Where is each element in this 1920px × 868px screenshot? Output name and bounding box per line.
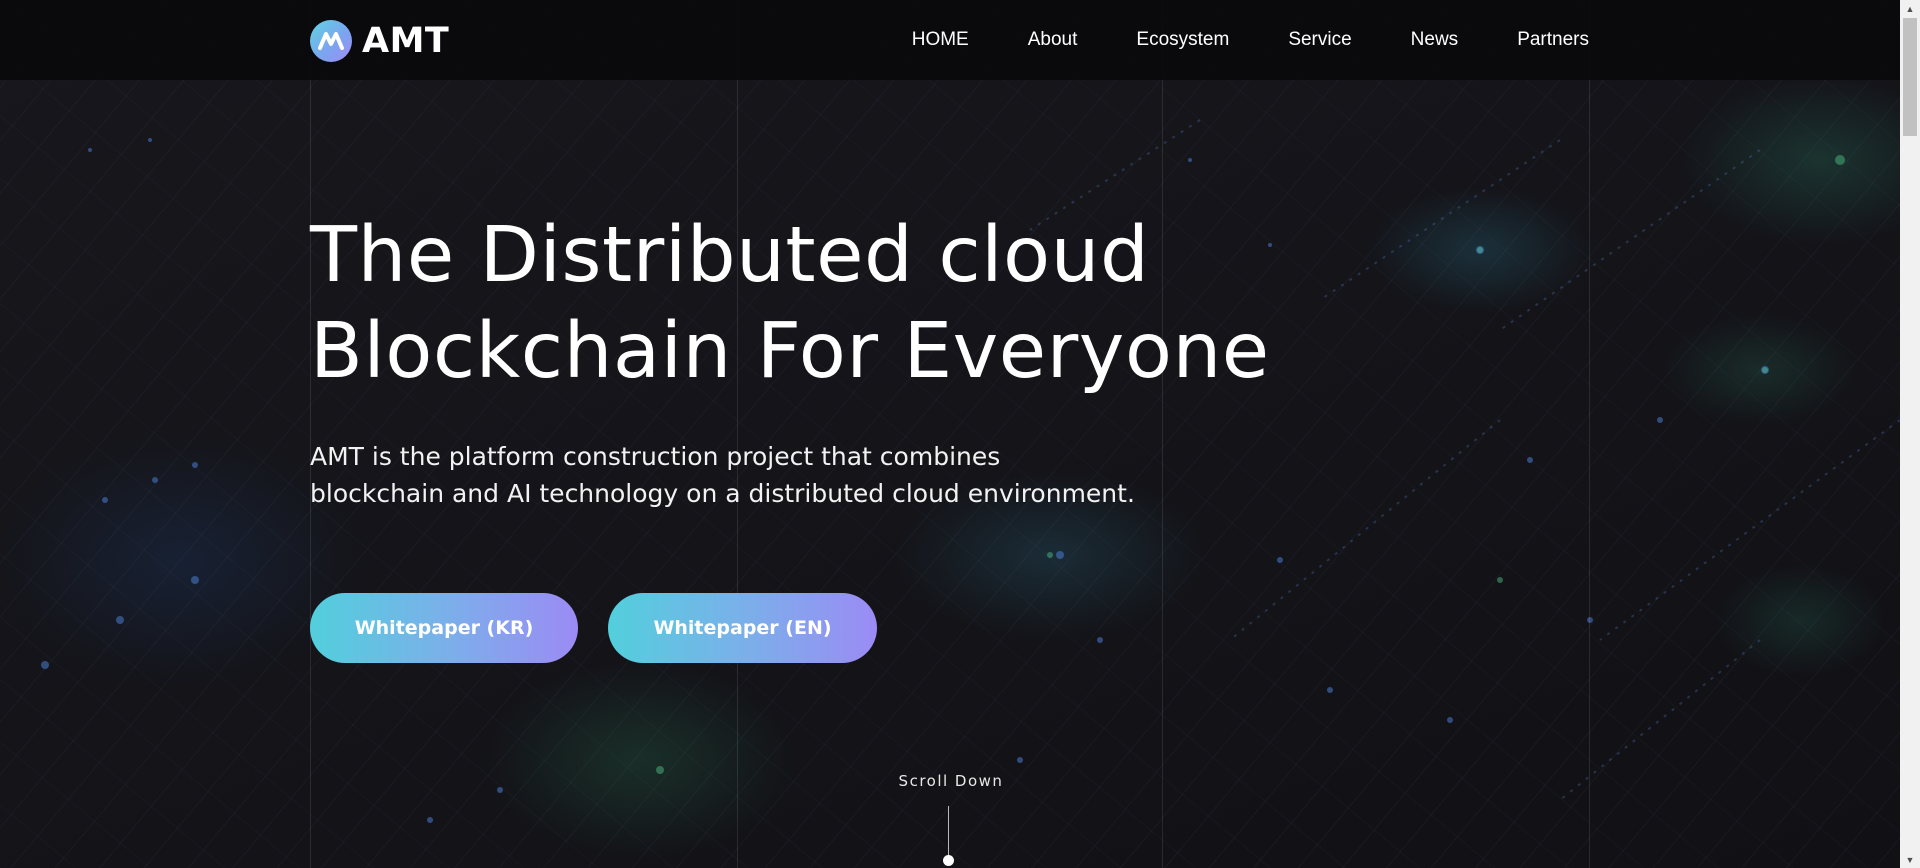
scroll-down-line <box>948 806 949 858</box>
grid-line <box>737 0 738 868</box>
hero-description-line-1: AMT is the platform construction project… <box>310 442 1001 471</box>
nav-service[interactable]: Service <box>1288 29 1351 51</box>
hero-description-line-2: blockchain and AI technology on a distri… <box>310 479 1135 508</box>
main-nav: HOME About Ecosystem Service News Partne… <box>853 0 1589 80</box>
nav-about[interactable]: About <box>1028 29 1078 51</box>
whitepaper-en-button[interactable]: Whitepaper (EN) <box>608 593 877 663</box>
scrollbar-thumb[interactable] <box>1903 18 1917 136</box>
logo-text: AMT <box>362 21 450 61</box>
hero-title-line-1: The Distributed cloud <box>310 211 1150 300</box>
nav-home[interactable]: HOME <box>912 29 969 51</box>
grid-line <box>1589 0 1590 868</box>
hero-title: The Distributed cloud Blockchain For Eve… <box>310 208 1270 400</box>
nav-partners[interactable]: Partners <box>1517 29 1589 51</box>
scroll-up-arrow-icon[interactable]: ▲ <box>1900 0 1920 17</box>
amt-logo-icon <box>310 20 352 62</box>
whitepaper-kr-button[interactable]: Whitepaper (KR) <box>310 593 578 663</box>
grid-line <box>310 0 311 868</box>
hero-description: AMT is the platform construction project… <box>310 438 1135 512</box>
background-grid <box>0 0 1920 868</box>
nav-ecosystem[interactable]: Ecosystem <box>1136 29 1229 51</box>
scroll-down-label[interactable]: Scroll Down <box>896 772 1006 790</box>
logo-link[interactable]: AMT <box>310 20 449 62</box>
page-scrollbar[interactable]: ▲ ▼ <box>1900 0 1920 868</box>
scroll-down-dot <box>943 855 954 866</box>
grid-line <box>1162 0 1163 868</box>
scroll-down-arrow-icon[interactable]: ▼ <box>1900 851 1920 868</box>
nav-news[interactable]: News <box>1411 29 1459 51</box>
site-header: AMT HOME About Ecosystem Service News Pa… <box>0 0 1900 80</box>
hero-title-line-2: Blockchain For Everyone <box>310 307 1270 396</box>
background-particles <box>41 119 1901 823</box>
page: AMT HOME About Ecosystem Service News Pa… <box>0 0 1920 868</box>
